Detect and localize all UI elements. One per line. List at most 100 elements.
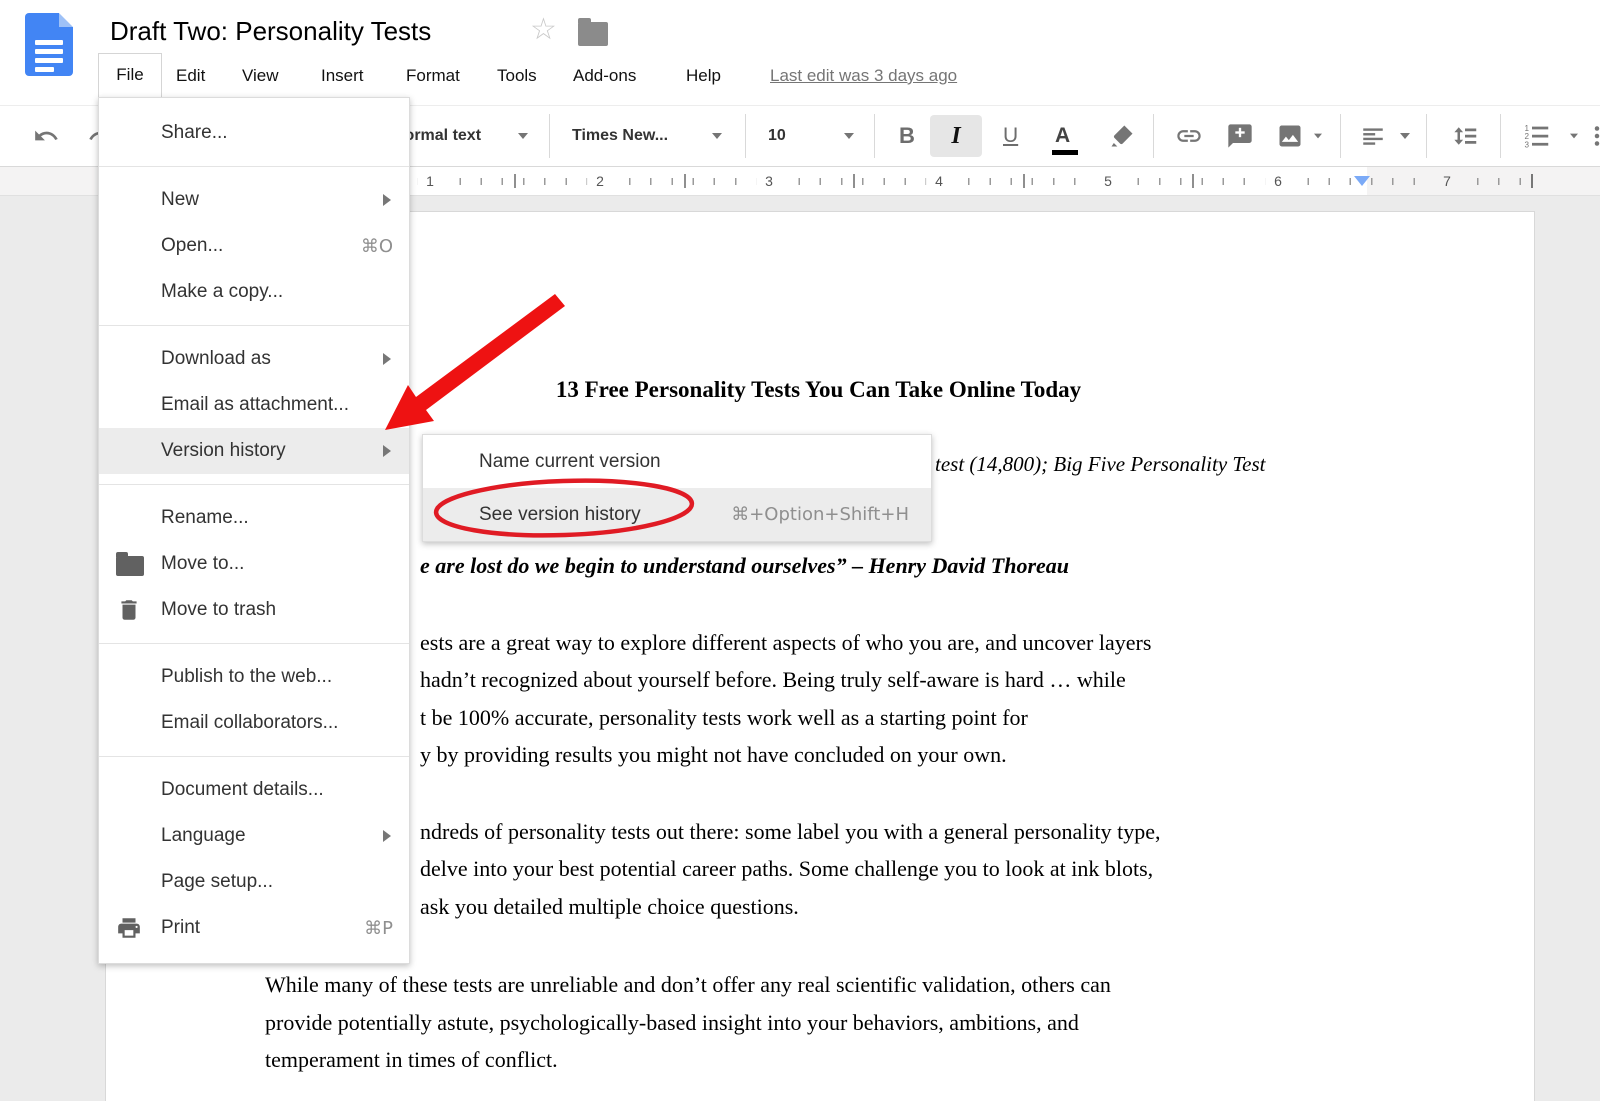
ruler-number-4: 4 (926, 167, 952, 195)
menu-view[interactable]: View (234, 57, 287, 97)
ruler-ticks (270, 178, 1533, 185)
file-menu-item-email-collaborators[interactable]: Email collaborators... (99, 700, 409, 746)
ruler-number-7: 7 (1434, 167, 1460, 195)
font-size-caret[interactable] (844, 113, 854, 159)
ruler-number-5: 5 (1095, 167, 1121, 195)
numbered-list-button[interactable]: 1 2 3 (1522, 113, 1552, 159)
submenu-arrow-icon (383, 830, 391, 842)
menu-bar: File Edit View Insert Format Tools Add-o… (0, 57, 1600, 97)
file-menu-item-page-setup[interactable]: Page setup... (99, 859, 409, 905)
menu-format[interactable]: Format (398, 57, 468, 97)
insert-image-button[interactable] (1276, 113, 1304, 159)
file-menu-item-version-history[interactable]: Version history (99, 428, 409, 474)
underline-button[interactable]: U (1003, 113, 1018, 159)
file-menu-item-print[interactable]: Print ⌘P (99, 905, 409, 951)
chevron-down-icon (1400, 133, 1410, 139)
highlight-color-button[interactable] (1108, 113, 1136, 159)
move-folder-icon[interactable] (578, 22, 608, 46)
ruler-number-1: 1 (417, 167, 443, 195)
chevron-down-icon (844, 133, 854, 139)
image-icon (1276, 122, 1304, 150)
submenu-arrow-icon (383, 445, 391, 457)
line-spacing-icon (1450, 121, 1480, 151)
comment-icon (1226, 122, 1254, 150)
file-menu-item-rename[interactable]: Rename... (99, 495, 409, 541)
submenu-item-see-version-history[interactable]: See version history ⌘+Option+Shift+H (423, 488, 931, 541)
logo-fold (59, 13, 73, 27)
menu-divider (99, 756, 409, 757)
italic-button-active[interactable]: I (930, 115, 982, 157)
font-size-value: 10 (768, 127, 786, 145)
file-menu-item-new[interactable]: New (99, 177, 409, 223)
ruler-number-6: 6 (1265, 167, 1291, 195)
font-selector-value: Times New... (572, 127, 668, 145)
font-selector[interactable]: Times New... (572, 113, 668, 159)
submenu-arrow-icon (383, 194, 391, 206)
bold-button[interactable]: B (899, 113, 915, 159)
italic-icon: I (951, 123, 960, 150)
file-menu-item-make-a-copy[interactable]: Make a copy... (99, 269, 409, 315)
document-title[interactable]: Draft Two: Personality Tests (110, 16, 431, 47)
menu-divider (99, 484, 409, 485)
menu-addons[interactable]: Add-ons (565, 57, 644, 97)
right-indent-marker[interactable] (1354, 176, 1370, 186)
chevron-down-icon (1314, 134, 1322, 139)
chevron-down-icon (712, 133, 722, 139)
underline-icon: U (1003, 124, 1018, 148)
file-menu-item-share[interactable]: Share... (99, 110, 409, 156)
bullet-list-icon (1592, 121, 1600, 151)
svg-text:3: 3 (1525, 140, 1530, 149)
file-menu-item-document-details[interactable]: Document details... (99, 767, 409, 813)
numbered-list-caret[interactable] (1569, 113, 1579, 159)
ruler-number-2: 2 (587, 167, 613, 195)
insert-link-button[interactable] (1175, 113, 1203, 159)
menu-divider (99, 166, 409, 167)
undo-button[interactable] (33, 113, 59, 159)
text-color-icon: A (1055, 124, 1070, 148)
bold-icon: B (899, 123, 915, 149)
file-menu-item-open[interactable]: Open... ⌘O (99, 223, 409, 269)
align-caret[interactable] (1400, 113, 1410, 159)
font-selector-caret[interactable] (712, 113, 722, 159)
menu-insert[interactable]: Insert (313, 57, 372, 97)
app-header: Draft Two: Personality Tests ☆ File Edit… (0, 0, 1600, 105)
menu-edit[interactable]: Edit (168, 57, 213, 97)
chevron-down-icon (518, 133, 528, 139)
menu-divider (99, 325, 409, 326)
file-menu-item-download-as[interactable]: Download as (99, 336, 409, 382)
file-menu-item-language[interactable]: Language (99, 813, 409, 859)
file-menu-item-email-as-attachment[interactable]: Email as attachment... (99, 382, 409, 428)
add-comment-button[interactable] (1226, 113, 1254, 159)
chevron-down-icon (1570, 134, 1578, 139)
highlighter-icon (1108, 122, 1136, 150)
file-menu-item-publish-to-the-web[interactable]: Publish to the web... (99, 654, 409, 700)
shortcut-label: ⌘P (364, 918, 393, 939)
ruler-number-3: 3 (756, 167, 782, 195)
bullet-list-button[interactable] (1592, 113, 1600, 159)
undo-icon (33, 123, 59, 149)
submenu-item-name-current-version[interactable]: Name current version (423, 435, 931, 488)
font-size-selector[interactable]: 10 (768, 113, 786, 159)
file-menu-item-move-to-trash[interactable]: Move to trash (99, 587, 409, 633)
version-history-submenu: Name current version See version history… (422, 434, 932, 542)
printer-icon (116, 913, 146, 943)
link-icon (1175, 122, 1203, 150)
menu-tools[interactable]: Tools (489, 57, 545, 97)
shortcut-label: ⌘O (361, 236, 393, 257)
style-selector-caret[interactable] (518, 113, 528, 159)
image-caret[interactable] (1313, 113, 1323, 159)
shortcut-label: ⌘+Option+Shift+H (731, 504, 909, 525)
star-icon[interactable]: ☆ (530, 12, 557, 47)
line-spacing-button[interactable] (1450, 113, 1480, 159)
last-edit-link[interactable]: Last edit was 3 days ago (770, 57, 957, 97)
numbered-list-icon: 1 2 3 (1522, 121, 1552, 151)
file-menu-dropdown: Share... New Open... ⌘O Make a copy... D… (98, 97, 410, 964)
text-color-button[interactable]: A (1055, 113, 1070, 159)
align-button[interactable] (1360, 113, 1386, 159)
submenu-arrow-icon (383, 353, 391, 365)
file-menu-item-move-to[interactable]: Move to... (99, 541, 409, 587)
menu-help[interactable]: Help (678, 57, 729, 97)
menu-file-label: File (99, 54, 161, 96)
menu-divider (99, 643, 409, 644)
menu-file-open[interactable]: File (98, 53, 162, 97)
